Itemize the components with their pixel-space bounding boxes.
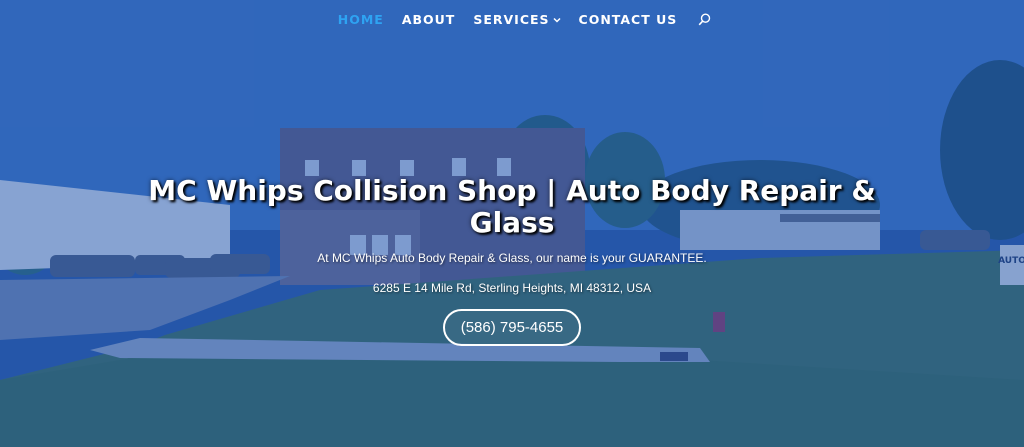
chevron-down-icon bbox=[553, 16, 561, 27]
hero-tagline: At MC Whips Auto Body Repair & Glass, ou… bbox=[317, 251, 707, 265]
nav-links: HOME ABOUT SERVICES CONTACT US bbox=[329, 12, 712, 27]
hero-content: MC Whips Collision Shop | Auto Body Repa… bbox=[0, 175, 1024, 346]
top-navigation: HOME ABOUT SERVICES CONTACT US bbox=[0, 0, 1024, 38]
nav-item-services-label: SERVICES bbox=[473, 11, 550, 27]
nav-item-home[interactable]: HOME bbox=[338, 12, 384, 27]
nav-item-about[interactable]: ABOUT bbox=[402, 12, 456, 27]
page-title: MC Whips Collision Shop | Auto Body Repa… bbox=[148, 174, 876, 239]
nav-item-contact-us[interactable]: CONTACT US bbox=[579, 12, 678, 27]
search-icon[interactable] bbox=[698, 12, 711, 26]
phone-call-button[interactable]: (586) 795-4655 bbox=[442, 309, 582, 346]
hero-address: 6285 E 14 Mile Rd, Sterling Heights, MI … bbox=[372, 281, 652, 295]
nav-item-services[interactable]: SERVICES bbox=[473, 11, 561, 27]
